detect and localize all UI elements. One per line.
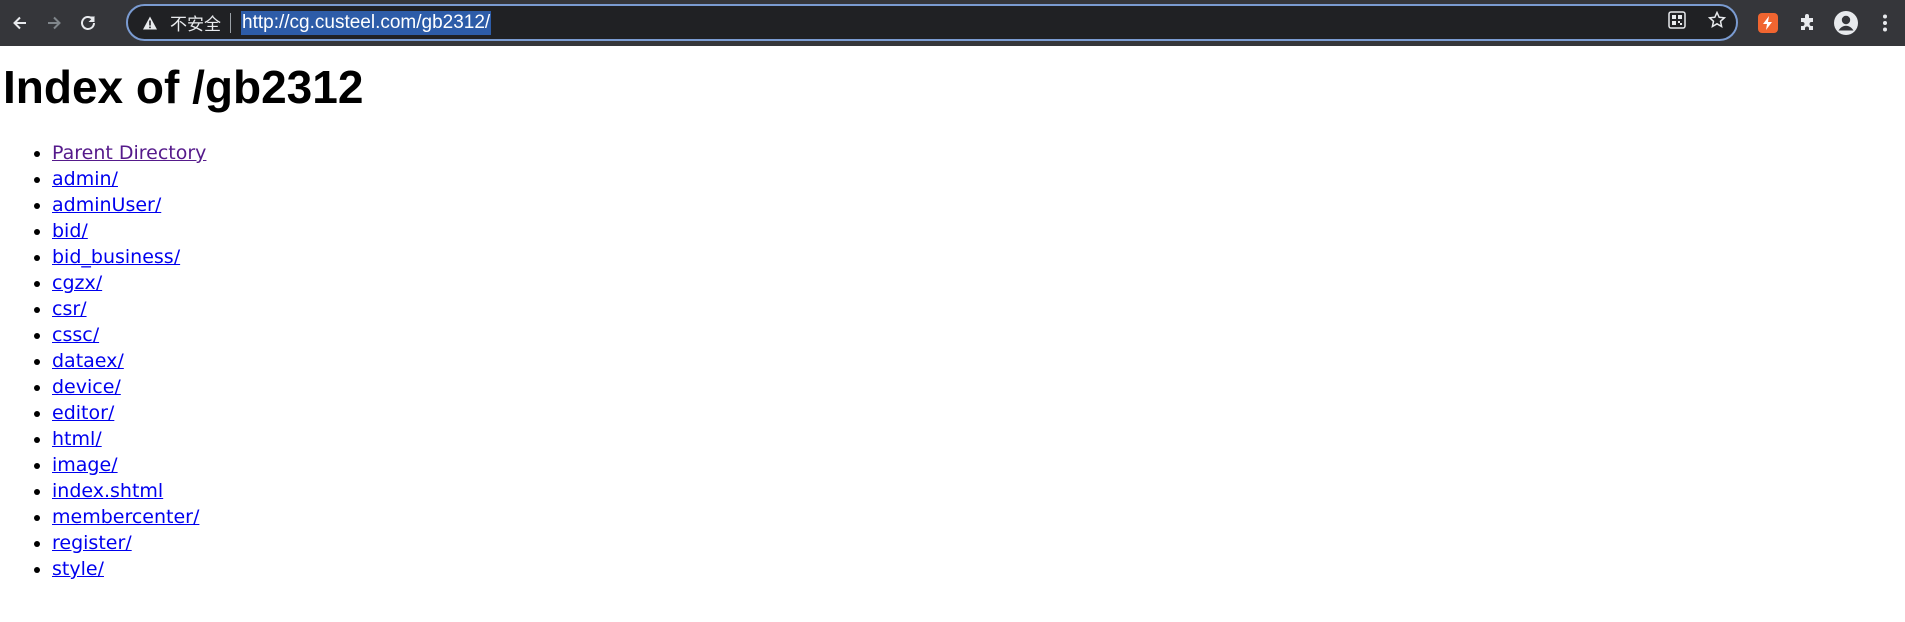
directory-link[interactable]: cgzx/ [52,272,102,294]
extension-button[interactable] [1752,7,1784,39]
qr-code-icon[interactable] [1668,11,1686,34]
address-bar[interactable]: 不安全 http://cg.custeel.com/gb2312/ [126,4,1738,41]
bookmark-star-icon[interactable] [1707,10,1727,34]
directory-link[interactable]: register/ [52,532,132,554]
directory-link[interactable]: cssc/ [52,324,99,346]
directory-link[interactable]: style/ [52,558,104,580]
directory-link[interactable]: dataex/ [52,350,124,372]
extensions-menu-button[interactable] [1791,7,1823,39]
back-button[interactable] [5,8,35,38]
page-title: Index of /gb2312 [3,61,364,113]
reload-icon [81,16,95,30]
list-item: style/ [52,556,1905,582]
browser-toolbar: 不安全 http://cg.custeel.com/gb2312/ [0,0,1905,46]
directory-link[interactable]: adminUser/ [52,194,161,216]
profile-icon [1834,11,1858,35]
extension-icon [1758,13,1778,33]
address-separator [230,12,231,33]
profile-button[interactable] [1830,7,1862,39]
list-item: html/ [52,426,1905,452]
forward-icon [48,16,61,30]
list-item: cssc/ [52,322,1905,348]
directory-list: Parent Directory admin/adminUser/bid/bid_… [3,140,1905,582]
directory-link[interactable]: bid_business/ [52,246,180,268]
directory-link[interactable]: membercenter/ [52,506,199,528]
directory-link[interactable]: Parent Directory [52,142,206,164]
forward-button[interactable] [39,8,69,38]
list-item: membercenter/ [52,504,1905,530]
directory-link[interactable]: bid/ [52,220,88,242]
directory-link[interactable]: index.shtml [52,480,163,502]
address-bar-actions [1668,6,1727,39]
directory-link[interactable]: html/ [52,428,102,450]
list-item: dataex/ [52,348,1905,374]
puzzle-icon [1801,14,1813,30]
security-label[interactable]: 不安全 [170,10,221,35]
browser-menu-button[interactable] [1869,7,1901,39]
list-item: cgzx/ [52,270,1905,296]
directory-link[interactable]: device/ [52,376,121,398]
list-item: bid/ [52,218,1905,244]
directory-link[interactable]: image/ [52,454,118,476]
list-item: editor/ [52,400,1905,426]
toolbar-actions [1745,0,1905,46]
list-item: bid_business/ [52,244,1905,270]
directory-link[interactable]: csr/ [52,298,87,320]
menu-icon [1883,14,1887,32]
list-item: image/ [52,452,1905,478]
directory-link[interactable]: admin/ [52,168,118,190]
reload-button[interactable] [73,8,103,38]
url-text[interactable]: http://cg.custeel.com/gb2312/ [241,10,492,35]
list-item: csr/ [52,296,1905,322]
list-item: index.shtml [52,478,1905,504]
warning-icon[interactable] [142,14,160,32]
list-item: admin/ [52,166,1905,192]
page-content: Index of /gb2312 Parent Directory admin/a… [0,58,1905,582]
list-item: register/ [52,530,1905,556]
list-item: device/ [52,374,1905,400]
list-item: adminUser/ [52,192,1905,218]
back-icon [13,16,26,30]
list-item: Parent Directory [52,140,1905,166]
directory-link[interactable]: editor/ [52,402,114,424]
